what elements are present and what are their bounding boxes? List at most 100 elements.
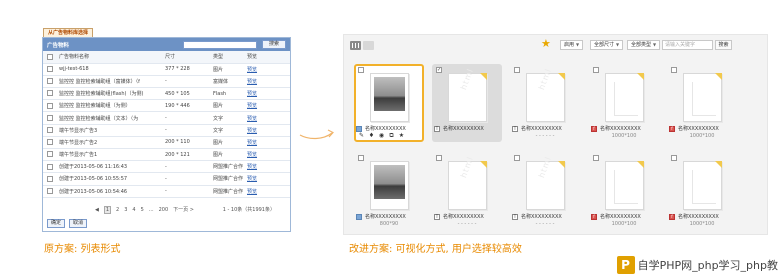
row-checkbox[interactable]: [43, 75, 57, 89]
preview-link[interactable]: 预览: [247, 103, 257, 109]
card-thumbnail[interactable]: html: [448, 155, 487, 210]
row-name: 监控控 监控检索辅助组(flash)（为侧): [57, 87, 163, 101]
card-thumbnail[interactable]: [370, 161, 409, 210]
card-thumbnail[interactable]: html: [526, 155, 565, 210]
material-card[interactable]: f 名称XXXXXXXXX 1000*100: [589, 64, 659, 142]
favorite-icon[interactable]: ★: [398, 132, 405, 139]
preview-link[interactable]: 预览: [247, 140, 257, 146]
preview-link[interactable]: 预览: [247, 79, 257, 85]
material-card[interactable]: html T 名称XXXXXXXXX - - - - - -: [432, 152, 502, 230]
row-checkbox[interactable]: [43, 99, 57, 113]
preview-link[interactable]: 预览: [247, 67, 257, 73]
select-all-checkbox[interactable]: [43, 51, 57, 64]
table-row[interactable]: 监控控 监控检索辅助组(flash)（为侧) 450 * 105 Flash 预览: [43, 87, 290, 101]
row-checkbox[interactable]: [43, 160, 57, 174]
move-icon[interactable]: ♦: [368, 132, 375, 139]
material-card[interactable]: 名称XXXXXXXXX 800*90: [354, 152, 424, 230]
card-thumbnail[interactable]: [683, 161, 722, 210]
table-row[interactable]: 端午节显示广告2 200 * 110 图片 预览: [43, 136, 290, 150]
grid-view-icon[interactable]: [350, 41, 361, 50]
page-info: 1 - 10条（共1991条）: [222, 207, 275, 213]
table-row[interactable]: 创建于2013-05-06 10:55:57- 网盟推广合作 预览: [43, 172, 290, 186]
list-view-icon[interactable]: [363, 41, 374, 50]
watermark: P 自学PHP网_php学习_php教: [616, 254, 778, 276]
row-checkbox[interactable]: [43, 185, 57, 198]
card-checkbox[interactable]: [593, 67, 599, 73]
preview-link[interactable]: 预览: [247, 91, 257, 97]
row-checkbox[interactable]: [43, 136, 57, 150]
card-subtitle: 800*90: [379, 221, 399, 227]
material-card[interactable]: 名称XXXXXXXXX ✎ ♦ ◉ ⧉ ★: [354, 64, 424, 142]
type-select[interactable]: 全部类型 ▼: [627, 40, 661, 50]
view-icon[interactable]: ◉: [378, 132, 385, 139]
cancel-button[interactable]: 取消: [69, 219, 87, 228]
material-library-tab[interactable]: 从广告物料库选择: [43, 28, 94, 37]
table-row[interactable]: wjj-test-618 377 * 228 图片 预览: [43, 63, 290, 76]
page-3[interactable]: 3: [124, 207, 127, 213]
keyword-search-button[interactable]: 搜索: [715, 40, 732, 50]
material-card[interactable]: html T 名称XXXXXXXXX - - - - - -: [510, 64, 580, 142]
row-checkbox[interactable]: [43, 124, 57, 137]
preview-link[interactable]: 预览: [247, 128, 257, 134]
preview-link[interactable]: 预览: [247, 116, 257, 122]
size-select[interactable]: 全部尺寸 ▼: [590, 40, 624, 50]
table-row[interactable]: 创建于2013-05-06 10:54:46- 网盟推广合作 预览: [43, 185, 290, 198]
preview-link[interactable]: 预览: [247, 152, 257, 158]
material-card[interactable]: html T名称XXXXXXXXX: [432, 64, 502, 142]
card-checkbox[interactable]: [514, 155, 520, 161]
column-header-size: 尺寸: [163, 51, 211, 64]
card-checkbox[interactable]: [436, 155, 442, 161]
card-thumbnail[interactable]: html: [526, 67, 565, 122]
table-row[interactable]: 监控控 监控检索辅助组（文本）（为 - 文字 预览: [43, 111, 290, 125]
page-4[interactable]: 4: [132, 207, 135, 213]
row-checkbox[interactable]: [43, 63, 57, 76]
material-card[interactable]: f 名称XXXXXXXXX 1000*100: [589, 152, 659, 230]
card-thumbnail[interactable]: [370, 73, 409, 122]
material-card[interactable]: html T 名称XXXXXXXXX - - - - - -: [510, 152, 580, 230]
copy-icon[interactable]: ⧉: [388, 132, 395, 139]
page-2[interactable]: 2: [116, 207, 119, 213]
card-checkbox[interactable]: [358, 155, 364, 161]
card-thumbnail[interactable]: html: [448, 67, 487, 122]
material-card[interactable]: f 名称XXXXXXXXX 1000*100: [667, 64, 737, 142]
table-row[interactable]: 监控控 监控检索辅助组（富媒体）（f - 富媒体 预览: [43, 75, 290, 89]
card-checkbox[interactable]: [593, 155, 599, 161]
card-checkbox[interactable]: [514, 67, 520, 73]
next-page-link[interactable]: 下一页 >: [173, 206, 194, 213]
preview-link[interactable]: 预览: [247, 176, 257, 182]
material-card[interactable]: f 名称XXXXXXXXX 1000*100: [667, 152, 737, 230]
page-5[interactable]: 5: [141, 207, 144, 213]
page-200[interactable]: 200: [159, 207, 169, 213]
table-row[interactable]: 端午节显示广告1 200 * 121 图片 预览: [43, 148, 290, 162]
preview-link[interactable]: 预览: [247, 164, 257, 170]
img-type-icon: [356, 213, 362, 220]
page-1[interactable]: 1: [103, 205, 112, 214]
confirm-button[interactable]: 确定: [47, 219, 65, 228]
search-input[interactable]: [183, 40, 257, 49]
prev-page-icon[interactable]: ◀: [95, 207, 99, 213]
edit-icon[interactable]: ✎: [358, 132, 365, 139]
status-select[interactable]: 启用 ▼: [560, 40, 584, 50]
card-checkbox[interactable]: [358, 67, 364, 73]
keyword-input[interactable]: 请输入关键字: [662, 40, 713, 50]
card-thumbnail[interactable]: [605, 161, 644, 210]
row-size: 200 * 121: [163, 148, 211, 162]
row-checkbox[interactable]: [43, 111, 57, 125]
table-row[interactable]: 监控控 监控检索辅助组（为侧） 190 * 446 图片 预览: [43, 99, 290, 113]
search-button[interactable]: 搜索: [262, 40, 286, 49]
table-row[interactable]: 端午节显示广告3- 文字 预览: [43, 124, 290, 137]
card-thumbnail[interactable]: [683, 73, 722, 122]
card-checkbox[interactable]: [671, 67, 677, 73]
star-icon[interactable]: ★: [541, 38, 551, 50]
type-select-value: 全部类型: [631, 42, 652, 48]
table-row[interactable]: 创建于2013-05-06 11:16:43- 网盟推广合作 预览: [43, 160, 290, 174]
card-checkbox[interactable]: [671, 155, 677, 161]
card-thumbnail[interactable]: [605, 73, 644, 122]
preview-link[interactable]: 预览: [247, 189, 257, 195]
material-list-panel: 广告物料 搜索 广告物料名称 尺寸 类型 预览 wjj-test-618 377 …: [42, 37, 291, 232]
text-type-icon: T: [434, 125, 440, 132]
row-checkbox[interactable]: [43, 148, 57, 162]
row-checkbox[interactable]: [43, 87, 57, 101]
card-checkbox[interactable]: [436, 67, 442, 73]
row-checkbox[interactable]: [43, 172, 57, 186]
